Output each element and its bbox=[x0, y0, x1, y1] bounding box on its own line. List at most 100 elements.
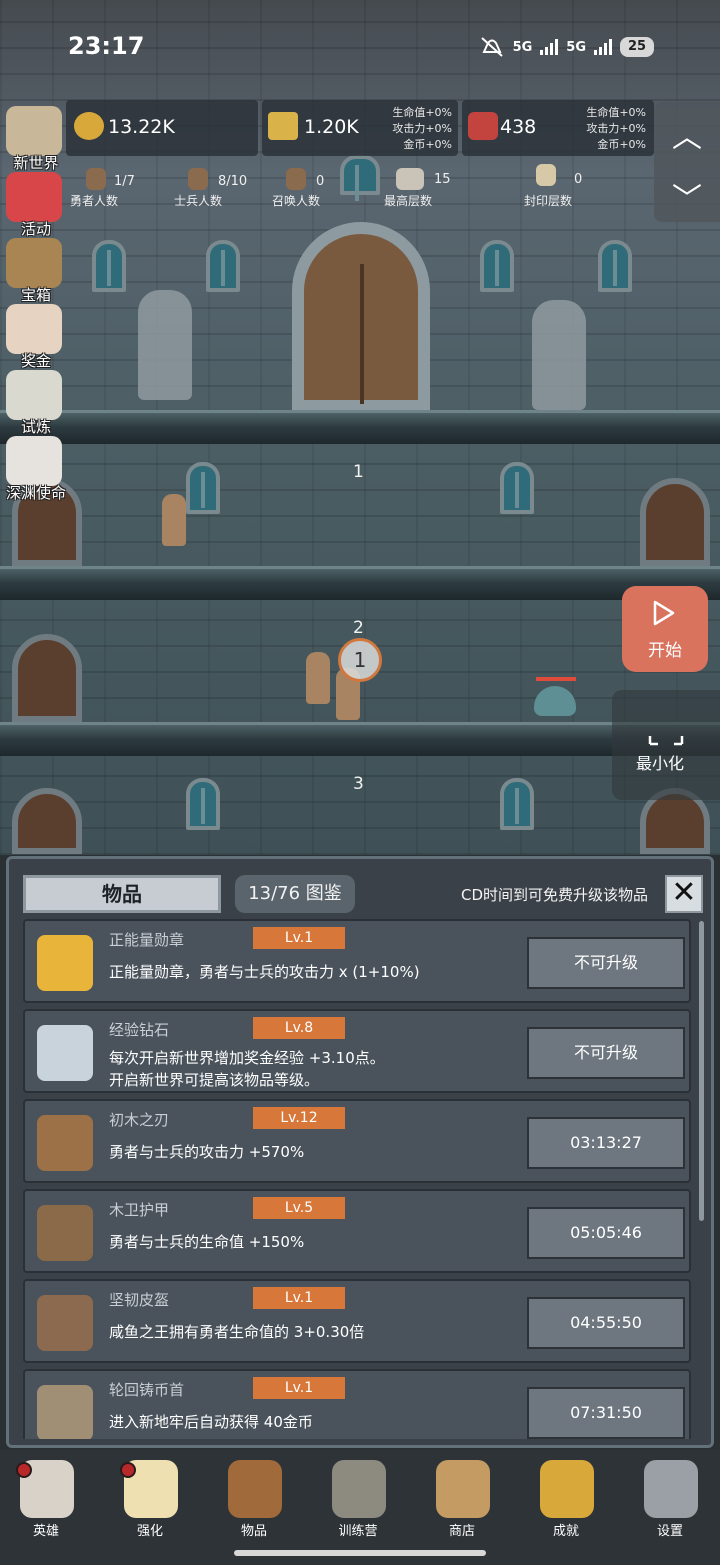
nav-label: 强化 bbox=[136, 1524, 163, 1539]
gold-counter: 13.22K bbox=[66, 100, 258, 156]
max-floor-label: 最高层数 bbox=[384, 194, 433, 208]
item-level-badge: Lv.1 bbox=[253, 1287, 345, 1309]
item-description: 勇者与士兵的生命值 +150% bbox=[109, 1231, 304, 1253]
nav-heroes[interactable]: 英雄 bbox=[6, 1456, 86, 1540]
ruby-icon bbox=[468, 112, 498, 140]
nav-items[interactable]: 物品 bbox=[214, 1456, 294, 1540]
stats-row: 1/7 勇者人数 8/10 士兵人数 0 召唤人数 15 最高层数 0 封印层数 bbox=[70, 164, 590, 216]
menu-bonus[interactable]: 奖金 bbox=[0, 304, 72, 370]
dungeon-door bbox=[12, 788, 82, 854]
summon-icon bbox=[286, 168, 306, 190]
tab-items[interactable]: 物品 bbox=[23, 875, 221, 913]
menu-label: 深渊使命 bbox=[5, 484, 66, 502]
menu-label: 新世界 bbox=[13, 154, 59, 172]
item-level-badge: Lv.1 bbox=[253, 1377, 345, 1399]
minimize-label: 最小化 bbox=[636, 754, 685, 773]
pearl-icon bbox=[6, 436, 62, 486]
list-item: 初木之刃 Lv.12 勇者与士兵的攻击力 +570% 03:13:27 bbox=[23, 1099, 691, 1183]
start-button[interactable]: 开始 bbox=[622, 586, 708, 672]
list-item: 轮回铸币首 Lv.1 进入新地牢后自动获得 40金币 07:31:50 bbox=[23, 1369, 691, 1439]
menu-abyss-mission[interactable]: 深渊使命 bbox=[0, 436, 72, 502]
bonus-list: 生命值+0% 攻击力+0% 金币+0% bbox=[382, 105, 452, 153]
summon-count-value: 0 bbox=[316, 174, 325, 189]
menu-label: 试炼 bbox=[20, 418, 51, 436]
castle-window bbox=[500, 462, 534, 514]
list-item: 木卫护甲 Lv.5 勇者与士兵的生命值 +150% 05:05:46 bbox=[23, 1189, 691, 1273]
floor-number: 2 bbox=[353, 618, 364, 638]
bars-counter: 1.20K 生命值+0% 攻击力+0% 金币+0% bbox=[262, 100, 458, 156]
item-name: 初木之刃 bbox=[109, 1111, 170, 1129]
stone-icon bbox=[396, 168, 424, 190]
dungeon-door bbox=[12, 634, 82, 722]
item-name: 经验钻石 bbox=[109, 1021, 170, 1039]
upgrade-timer-button[interactable]: 04:55:50 bbox=[527, 1297, 685, 1349]
upgrade-timer-button[interactable]: 05:05:46 bbox=[527, 1207, 685, 1259]
wooden-sword-icon bbox=[37, 1115, 93, 1171]
chevron-down-icon[interactable]: ﹀ bbox=[672, 174, 702, 218]
item-description: 勇者与士兵的攻击力 +570% bbox=[109, 1141, 304, 1163]
item-list[interactable]: 正能量勋章 Lv.1 正能量勋章，勇者与士兵的攻击力 x (1+10%) 不可升… bbox=[23, 919, 693, 1439]
castle-window bbox=[186, 778, 220, 830]
menu-trial[interactable]: 试炼 bbox=[0, 370, 72, 436]
heart-icon bbox=[6, 172, 62, 222]
item-description: 每次开启新世界增加奖金经验 +3.10点。 开启新世界可提高该物品等级。 bbox=[109, 1047, 385, 1091]
minimize-icon[interactable] bbox=[648, 720, 684, 746]
upgrade-button[interactable]: 不可升级 bbox=[527, 937, 685, 989]
book-icon bbox=[228, 1460, 282, 1518]
menu-chest[interactable]: 宝箱 bbox=[0, 238, 72, 304]
summon-count-label: 召唤人数 bbox=[272, 194, 321, 208]
floor-scroll-arrows: ︿ ﹀ bbox=[654, 102, 720, 222]
dungeon-door bbox=[640, 478, 710, 566]
nav-label: 成就 bbox=[552, 1524, 579, 1539]
network-label: 5G bbox=[512, 39, 533, 55]
nav-training-camp[interactable]: 训练营 bbox=[318, 1456, 398, 1540]
home-indicator[interactable] bbox=[234, 1550, 486, 1556]
soldier-character[interactable] bbox=[306, 652, 330, 704]
hero-character[interactable] bbox=[162, 494, 186, 546]
hero-icon bbox=[86, 168, 106, 190]
chevron-up-icon[interactable]: ︿ bbox=[672, 112, 702, 156]
description-line: 每次开启新世界增加奖金经验 +3.10点。 bbox=[109, 1049, 385, 1067]
description-line: 勇者与士兵的生命值 +150% bbox=[109, 1233, 305, 1251]
nav-settings[interactable]: 设置 bbox=[630, 1456, 710, 1540]
list-item: 经验钻石 Lv.8 每次开启新世界增加奖金经验 +3.10点。 开启新世界可提高… bbox=[23, 1009, 691, 1093]
description-line: 咸鱼之王拥有勇者生命值的 3+0.30倍 bbox=[109, 1323, 365, 1341]
castle-window bbox=[598, 240, 632, 292]
hero-count-label: 勇者人数 bbox=[70, 194, 119, 208]
menu-event[interactable]: 活动 bbox=[0, 172, 72, 238]
upgrade-button[interactable]: 不可升级 bbox=[527, 1027, 685, 1079]
nav-shop[interactable]: 商店 bbox=[422, 1456, 502, 1540]
upgrade-timer-button[interactable]: 03:13:27 bbox=[527, 1117, 685, 1169]
items-panel: 物品 13/76 图鉴 CD时间到可免费升级该物品 ✕ 正能量勋章 Lv.1 正… bbox=[6, 856, 714, 1448]
panel-header: 物品 13/76 图鉴 CD时间到可免费升级该物品 ✕ bbox=[23, 875, 703, 915]
notification-dot bbox=[120, 1462, 136, 1478]
signal-icon bbox=[594, 39, 612, 55]
knight-statue bbox=[532, 300, 586, 410]
description-line: 进入新地牢后自动获得 40金币 bbox=[109, 1413, 313, 1431]
upgrade-timer-button[interactable]: 07:31:50 bbox=[527, 1387, 685, 1439]
chest-icon bbox=[6, 238, 62, 288]
lantern-icon bbox=[332, 1460, 386, 1518]
item-level-badge: Lv.8 bbox=[253, 1017, 345, 1039]
bottom-nav: 英雄 强化 物品 训练营 商店 成就 设置 bbox=[0, 1450, 720, 1565]
item-name: 坚韧皮盔 bbox=[109, 1291, 170, 1309]
item-description: 进入新地牢后自动获得 40金币 bbox=[109, 1411, 313, 1433]
menu-new-world[interactable]: 新世界 bbox=[0, 106, 72, 172]
hp-bonus: 生命值+0% bbox=[392, 106, 452, 119]
item-level-badge: Lv.5 bbox=[253, 1197, 345, 1219]
codex-button[interactable]: 13/76 图鉴 bbox=[235, 875, 355, 913]
gems-value: 438 bbox=[500, 116, 537, 138]
nav-achievements[interactable]: 成就 bbox=[526, 1456, 606, 1540]
menu-label: 宝箱 bbox=[20, 286, 51, 304]
castle-window bbox=[92, 240, 126, 292]
nav-enhance[interactable]: 强化 bbox=[110, 1456, 190, 1540]
cd-hint: CD时间到可免费升级该物品 bbox=[461, 886, 649, 904]
close-icon[interactable]: ✕ bbox=[665, 875, 703, 913]
target-marker[interactable]: 1 bbox=[338, 638, 382, 682]
floor-divider bbox=[0, 566, 720, 600]
system-icons: 5G 5G 25 bbox=[479, 36, 654, 58]
scrollbar[interactable] bbox=[699, 921, 704, 1221]
sealed-floor-label: 封印层数 bbox=[524, 194, 573, 208]
floor-number: 1 bbox=[353, 462, 364, 482]
beer-mug-icon bbox=[436, 1460, 490, 1518]
